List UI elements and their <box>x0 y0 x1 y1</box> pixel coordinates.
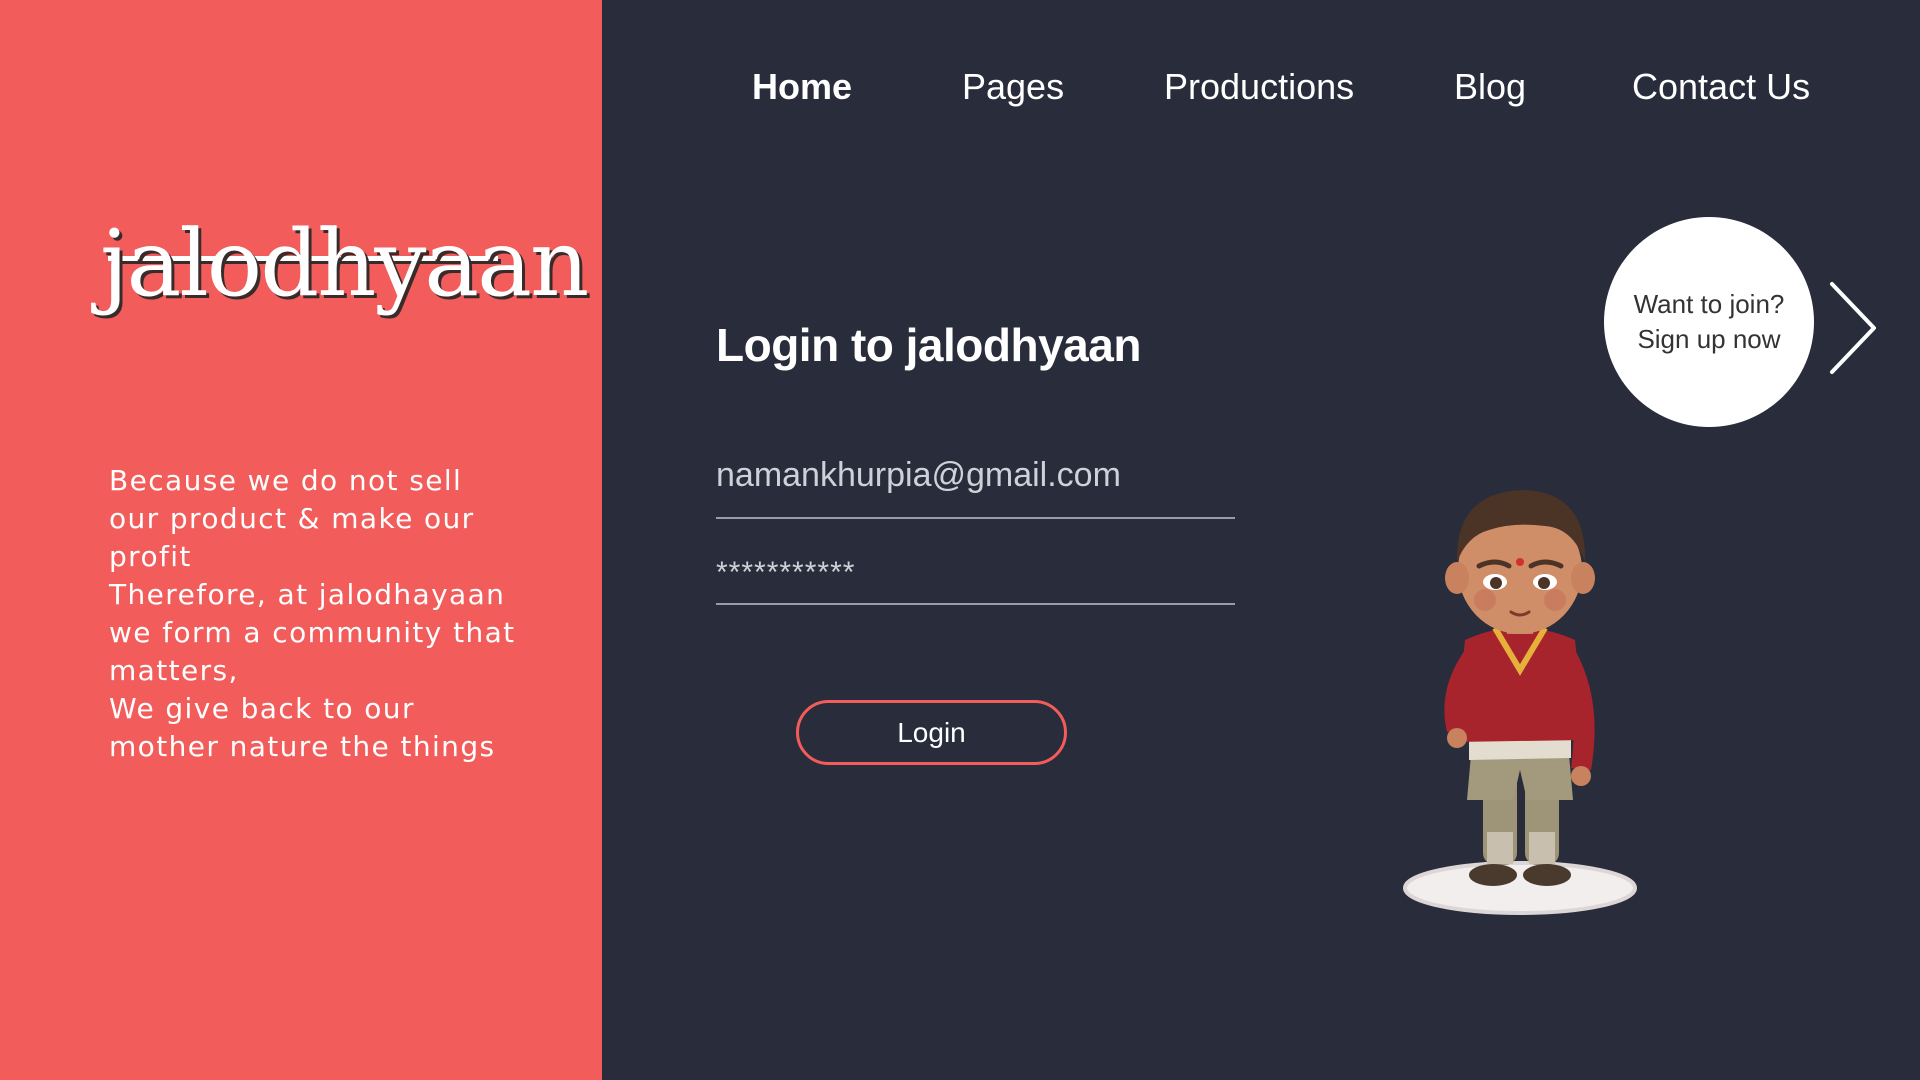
email-field[interactable] <box>716 456 1235 495</box>
nav-item-contact-us[interactable]: Contact Us <box>1632 66 1810 108</box>
email-field-container <box>716 456 1235 519</box>
tagline-line: profit <box>109 540 192 573</box>
tagline-line: we form a community that <box>109 616 516 649</box>
logo[interactable]: jalodhyaan <box>100 218 589 358</box>
nav-item-blog[interactable]: Blog <box>1454 66 1526 108</box>
signup-line-2: Sign up now <box>1637 324 1781 354</box>
chevron-right-icon[interactable] <box>1828 280 1880 376</box>
signup-button[interactable]: Want to join? Sign up now <box>1604 217 1814 427</box>
password-field[interactable] <box>716 556 1235 590</box>
login-button[interactable]: Login <box>796 700 1067 765</box>
tagline-line: Therefore, at jalodhayaan <box>109 578 506 611</box>
signup-line-1: Want to join? <box>1633 289 1785 319</box>
boy-character-illustration <box>1403 490 1637 915</box>
login-title: Login to jalodhyaan <box>716 319 1141 371</box>
password-field-container <box>716 556 1235 605</box>
tagline-line: our product & make our <box>109 502 475 535</box>
tagline-line: matters, <box>109 654 239 687</box>
nav-item-pages[interactable]: Pages <box>962 66 1064 108</box>
nav-item-home[interactable]: Home <box>752 66 852 108</box>
tagline-line: Because we do not sell <box>109 464 463 497</box>
tagline-line: mother nature the things <box>109 730 496 763</box>
logo-text: jalodhyaan <box>100 210 589 317</box>
brand-panel: jalodhyaan Because we do not sell our pr… <box>0 0 602 1080</box>
nav-item-productions[interactable]: Productions <box>1164 66 1354 108</box>
tagline: Because we do not sell our product & mak… <box>109 462 529 766</box>
tagline-line: We give back to our <box>109 692 415 725</box>
